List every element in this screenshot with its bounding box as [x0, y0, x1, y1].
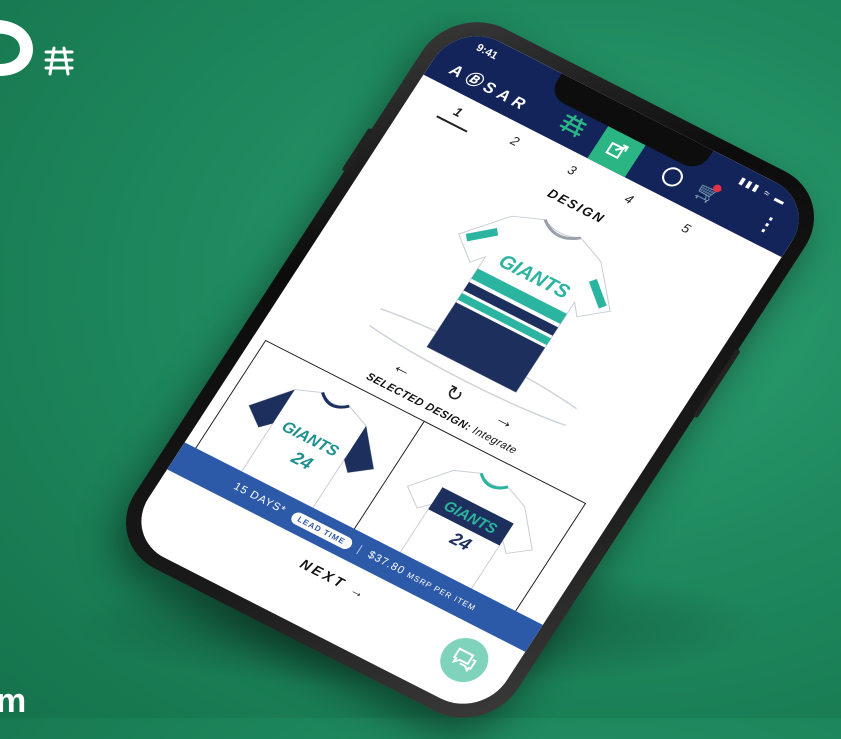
- account-icon[interactable]: [658, 163, 687, 190]
- share-icon: [605, 141, 630, 160]
- bottom-text: m: [0, 682, 27, 720]
- menu-icon[interactable]: ⋮: [751, 210, 783, 240]
- step-2[interactable]: 2: [508, 133, 523, 149]
- brand-logo-icon: [0, 20, 33, 76]
- next-arrow-icon[interactable]: →: [490, 407, 520, 435]
- brand-mark-icon: [44, 46, 74, 76]
- step-1[interactable]: 1: [451, 104, 466, 120]
- chat-icon: [451, 647, 477, 673]
- price-value: $37.80: [365, 549, 408, 578]
- rotate-icon[interactable]: ↻: [441, 381, 468, 407]
- step-5[interactable]: 5: [679, 220, 694, 236]
- divider: |: [354, 543, 365, 556]
- prev-arrow-icon[interactable]: ←: [388, 355, 418, 383]
- status-time: 9:41: [473, 41, 500, 63]
- brand-mark-icon: [559, 114, 587, 138]
- step-3[interactable]: 3: [565, 162, 580, 178]
- step-4[interactable]: 4: [622, 191, 637, 207]
